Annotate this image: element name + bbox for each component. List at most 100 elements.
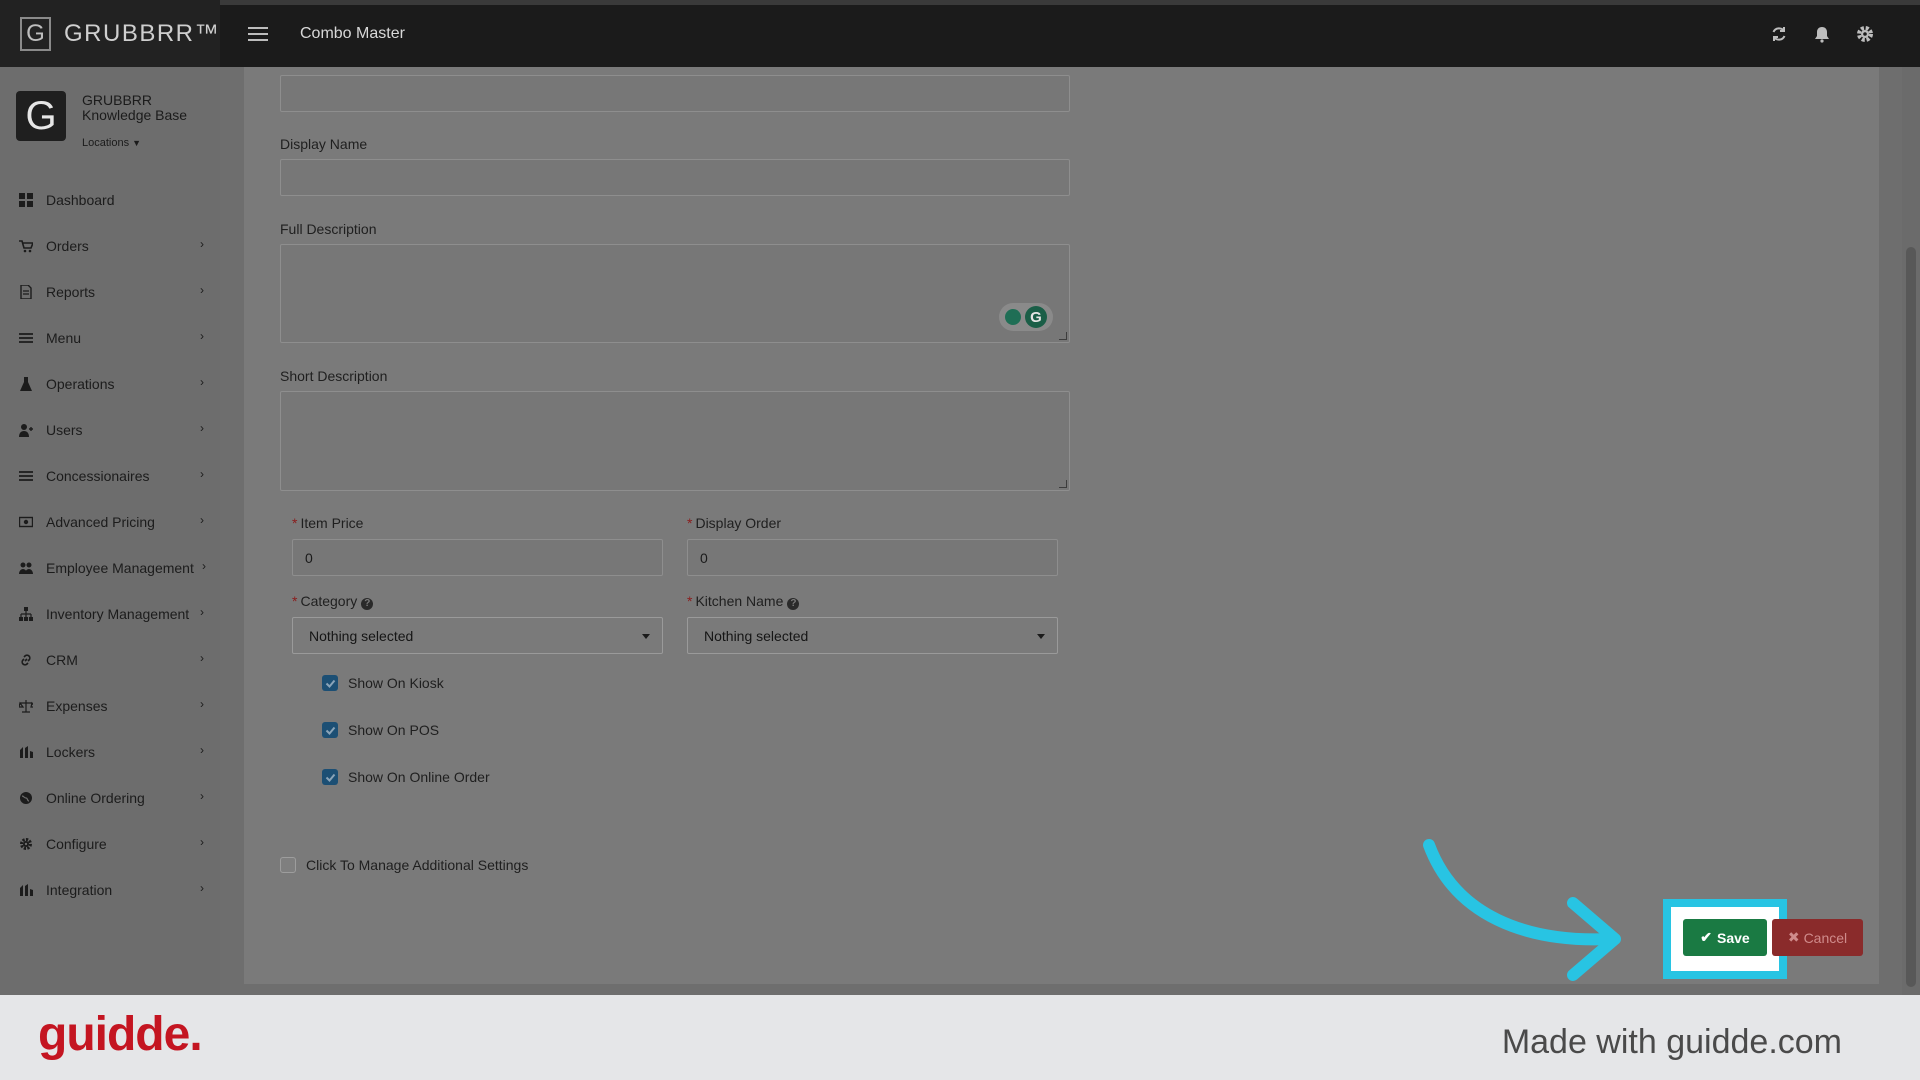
grammarly-logo-icon: G	[1025, 306, 1047, 328]
item-price-label: * Item Price	[292, 515, 363, 531]
sidebar-item-label: Menu	[46, 330, 82, 346]
category-select[interactable]: Nothing selected	[292, 617, 663, 654]
bell-icon[interactable]	[1813, 25, 1831, 43]
cancel-button-label: Cancel	[1803, 929, 1848, 946]
refresh-icon[interactable]	[1770, 25, 1788, 43]
sidebar-item-concessionaires[interactable]: Concessionaires ›	[0, 453, 220, 499]
chevron-right-icon: ›	[200, 881, 204, 895]
chevron-right-icon: ›	[200, 605, 204, 619]
additional-settings-label: Click To Manage Additional Settings	[306, 857, 529, 873]
grammarly-bulb-icon	[1005, 309, 1021, 325]
checkmark-icon[interactable]	[322, 722, 338, 738]
show-on-pos-checkbox[interactable]: Show On POS	[322, 722, 439, 738]
money-icon	[19, 516, 33, 528]
chevron-right-icon: ›	[200, 237, 204, 251]
grammarly-widget[interactable]: G	[999, 303, 1053, 331]
display-name-label: Display Name	[280, 136, 368, 152]
required-mark: *	[687, 515, 693, 531]
sidebar-item-menu[interactable]: Menu ›	[0, 315, 220, 361]
display-order-input[interactable]: 0	[687, 539, 1058, 576]
user-plus-icon	[19, 424, 33, 437]
dashboard-icon	[19, 193, 33, 207]
full-description-textarea[interactable]: G	[280, 244, 1070, 343]
chevron-right-icon: ›	[200, 743, 204, 757]
sidebar-item-advanced-pricing[interactable]: Advanced Pricing ›	[0, 499, 220, 545]
gear-icon	[20, 838, 32, 850]
sidebar-item-employee-management[interactable]: Employee Management ›	[0, 545, 220, 591]
sidebar-item-label: Inventory Management	[46, 606, 190, 622]
help-icon[interactable]: ?	[361, 598, 374, 610]
sidebar-item-online-ordering[interactable]: Online Ordering ›	[0, 775, 220, 821]
sidebar-item-operations[interactable]: Operations ›	[0, 361, 220, 407]
sidebar-item-orders[interactable]: Orders ›	[0, 223, 220, 269]
sidebar-item-lockers[interactable]: Lockers ›	[0, 729, 220, 775]
chevron-right-icon: ›	[200, 789, 204, 803]
show-on-online-order-checkbox[interactable]: Show On Online Order	[322, 769, 490, 785]
sidebar-item-expenses[interactable]: Expenses ›	[0, 683, 220, 729]
display-order-label: * Display Order	[687, 515, 781, 531]
balance-icon	[19, 700, 33, 713]
required-mark: *	[292, 593, 298, 609]
hamburger-menu-icon[interactable]	[248, 27, 268, 43]
show-on-kiosk-label: Show On Kiosk	[348, 675, 444, 691]
short-description-textarea[interactable]	[280, 391, 1070, 491]
sidebar-item-label: Lockers	[46, 744, 96, 760]
logo-bar: G GRUBBRR™	[0, 0, 220, 67]
sidebar-item-label: Employee Management	[46, 560, 194, 576]
chevron-right-icon: ›	[200, 513, 204, 527]
sidebar-item-label: Online Ordering	[46, 790, 145, 806]
cart-icon	[19, 240, 33, 253]
chevron-right-icon: ›	[200, 421, 204, 435]
chevron-right-icon: ›	[200, 329, 204, 343]
checkmark-icon[interactable]	[322, 675, 338, 691]
resize-handle-icon[interactable]	[1059, 332, 1067, 340]
settings-gear-icon[interactable]	[1856, 25, 1874, 43]
save-button[interactable]: ✔ Save	[1683, 919, 1767, 956]
cancel-button[interactable]: ✖ Cancel	[1772, 919, 1863, 956]
users-icon	[19, 562, 33, 574]
kitchen-name-selected-value: Nothing selected	[704, 627, 809, 644]
chevron-right-icon: ›	[200, 651, 204, 665]
page-title: Combo Master	[300, 25, 405, 42]
required-mark: *	[292, 515, 298, 531]
scrollbar[interactable]	[1902, 67, 1920, 995]
sidebar-item-crm[interactable]: CRM ›	[0, 637, 220, 683]
flask-icon	[20, 377, 32, 391]
sidebar-item-reports[interactable]: Reports ›	[0, 269, 220, 315]
sidebar-item-label: Orders	[46, 238, 89, 254]
item-price-input[interactable]: 0	[292, 539, 663, 576]
full-description-label: Full Description	[280, 221, 377, 237]
sidebar-item-inventory-management[interactable]: Inventory Management ›	[0, 591, 220, 637]
sidebar-item-label: Users	[46, 422, 83, 438]
sidebar-item-users[interactable]: Users ›	[0, 407, 220, 453]
locations-dropdown[interactable]: Locations ▼	[82, 137, 141, 149]
sidebar-item-label: Advanced Pricing	[46, 514, 155, 530]
sidebar-item-configure[interactable]: Configure ›	[0, 821, 220, 867]
sidebar-item-dashboard[interactable]: Dashboard	[0, 177, 220, 223]
kitchen-name-label: * Kitchen Name?	[687, 593, 800, 610]
category-selected-value: Nothing selected	[309, 627, 414, 644]
help-icon[interactable]: ?	[787, 598, 800, 610]
chevron-right-icon: ›	[200, 835, 204, 849]
sitemap-icon	[19, 607, 33, 621]
name-input[interactable]	[280, 75, 1070, 112]
resize-handle-icon[interactable]	[1059, 480, 1067, 488]
guidde-footer: guidde. Made with guidde.com	[0, 995, 1920, 1080]
chevron-right-icon: ›	[200, 697, 204, 711]
checkmark-icon[interactable]	[322, 769, 338, 785]
category-label-text: Category	[300, 593, 358, 609]
sidebar-nav: Dashboard Orders › Reports › Menu › Oper…	[0, 177, 220, 913]
show-on-online-order-label: Show On Online Order	[348, 769, 490, 785]
caret-down-icon: ▼	[132, 138, 142, 148]
show-on-kiosk-checkbox[interactable]: Show On Kiosk	[322, 675, 444, 691]
display-name-input[interactable]	[280, 159, 1070, 196]
sidebar-item-integration[interactable]: Integration ›	[0, 867, 220, 913]
brand-logo-icon: G	[20, 16, 51, 51]
kitchen-name-select[interactable]: Nothing selected	[687, 617, 1058, 654]
scrollbar-thumb[interactable]	[1906, 247, 1916, 987]
empty-checkbox-icon[interactable]	[280, 857, 296, 873]
avatar: G	[16, 91, 66, 141]
main-content: Display Name Full Description G Short De…	[220, 67, 1920, 995]
sidebar-item-label: Dashboard	[46, 192, 115, 208]
additional-settings-checkbox[interactable]: Click To Manage Additional Settings	[280, 857, 528, 873]
